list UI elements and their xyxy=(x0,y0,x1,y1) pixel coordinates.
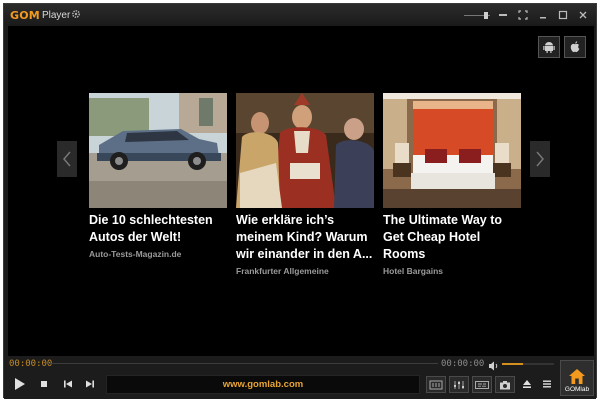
volume-level xyxy=(502,363,523,365)
minimize-icon[interactable] xyxy=(536,9,550,21)
subtitle-button[interactable] xyxy=(472,376,492,393)
control-row: www.gomlab.com xyxy=(4,372,596,398)
skip-forward-icon xyxy=(86,380,94,388)
screenshot-button[interactable] xyxy=(495,376,515,393)
mini-mode-icon[interactable] xyxy=(496,9,510,21)
ad-card[interactable]: Die 10 schlechtesten Autos der Welt! Aut… xyxy=(89,93,227,259)
carousel-prev-button[interactable] xyxy=(57,141,77,177)
ad-card[interactable]: The Ultimate Way to Get Cheap Hotel Room… xyxy=(383,93,521,276)
carousel-next-button[interactable] xyxy=(530,141,550,177)
skip-back-icon xyxy=(64,380,72,388)
ad-headline[interactable]: Die 10 schlechtesten Autos der Welt! xyxy=(89,212,229,246)
gomlab-button[interactable]: GOMlab xyxy=(560,360,594,396)
ad-source: Frankfurter Allgemeine xyxy=(236,266,329,276)
chevron-left-icon xyxy=(63,151,71,167)
apple-icon[interactable] xyxy=(564,36,586,58)
play-button[interactable] xyxy=(12,376,28,392)
video-area[interactable]: Die 10 schlechtesten Autos der Welt! Aut… xyxy=(8,26,594,356)
logo-gom-text: GOM xyxy=(10,8,40,22)
ad-headline[interactable]: The Ultimate Way to Get Cheap Hotel Room… xyxy=(383,212,523,263)
compact-mode-icon[interactable] xyxy=(516,9,530,21)
close-icon[interactable] xyxy=(576,9,590,21)
control-bar: 00:00:00 00:00:00 www.gomlab.com GOMlab xyxy=(4,356,596,399)
ad-source: Hotel Bargains xyxy=(383,266,443,276)
maximize-icon[interactable] xyxy=(556,9,570,21)
camera-icon xyxy=(500,380,510,389)
gomlab-url[interactable]: www.gomlab.com xyxy=(223,379,303,390)
previous-button[interactable] xyxy=(60,376,76,392)
stop-button[interactable] xyxy=(36,376,52,392)
ad-thumbnail-car[interactable] xyxy=(89,93,227,208)
chevron-right-icon xyxy=(536,151,544,167)
platform-buttons xyxy=(538,36,586,58)
info-display[interactable]: www.gomlab.com xyxy=(106,375,420,394)
ad-card[interactable]: Wie erkläre ich’s meinem Kind? Warum wir… xyxy=(236,93,374,276)
current-time: 00:00:00 xyxy=(9,359,53,369)
eject-icon xyxy=(523,380,531,388)
app-logo[interactable]: GOM Player xyxy=(10,8,70,22)
speed-control-button[interactable] xyxy=(426,376,446,393)
menu-icon xyxy=(543,380,551,388)
title-bar[interactable]: GOM Player xyxy=(4,4,596,26)
android-icon[interactable] xyxy=(538,36,560,58)
menu-button[interactable] xyxy=(539,376,555,392)
ad-thumbnail-hotel[interactable] xyxy=(383,93,521,208)
volume-slider[interactable] xyxy=(502,363,554,365)
speed-icon xyxy=(429,380,443,389)
total-time: 00:00:00 xyxy=(441,359,485,369)
ad-headline[interactable]: Wie erkläre ich’s meinem Kind? Warum wir… xyxy=(236,212,376,263)
volume-icon[interactable] xyxy=(488,358,500,371)
gomlab-label: GOMlab xyxy=(564,386,590,393)
ad-thumbnail-painting[interactable] xyxy=(236,93,374,208)
equalizer-button[interactable] xyxy=(449,376,469,393)
stop-icon xyxy=(41,381,47,387)
seek-bar[interactable] xyxy=(48,363,438,364)
player-window: GOM Player Die 10 schlechtesten Autos de… xyxy=(3,3,597,399)
eject-button[interactable] xyxy=(519,376,535,392)
subtitle-icon xyxy=(475,380,489,389)
play-icon xyxy=(15,378,25,390)
ad-source: Auto-Tests-Magazin.de xyxy=(89,249,182,259)
equalizer-icon xyxy=(454,380,464,389)
logo-player-text: Player xyxy=(41,9,71,21)
opacity-slider[interactable] xyxy=(464,9,490,21)
home-icon xyxy=(569,369,585,384)
window-controls xyxy=(464,9,590,21)
next-button[interactable] xyxy=(82,376,98,392)
seek-row: 00:00:00 00:00:00 xyxy=(4,356,596,371)
settings-gear-icon[interactable] xyxy=(70,9,82,21)
